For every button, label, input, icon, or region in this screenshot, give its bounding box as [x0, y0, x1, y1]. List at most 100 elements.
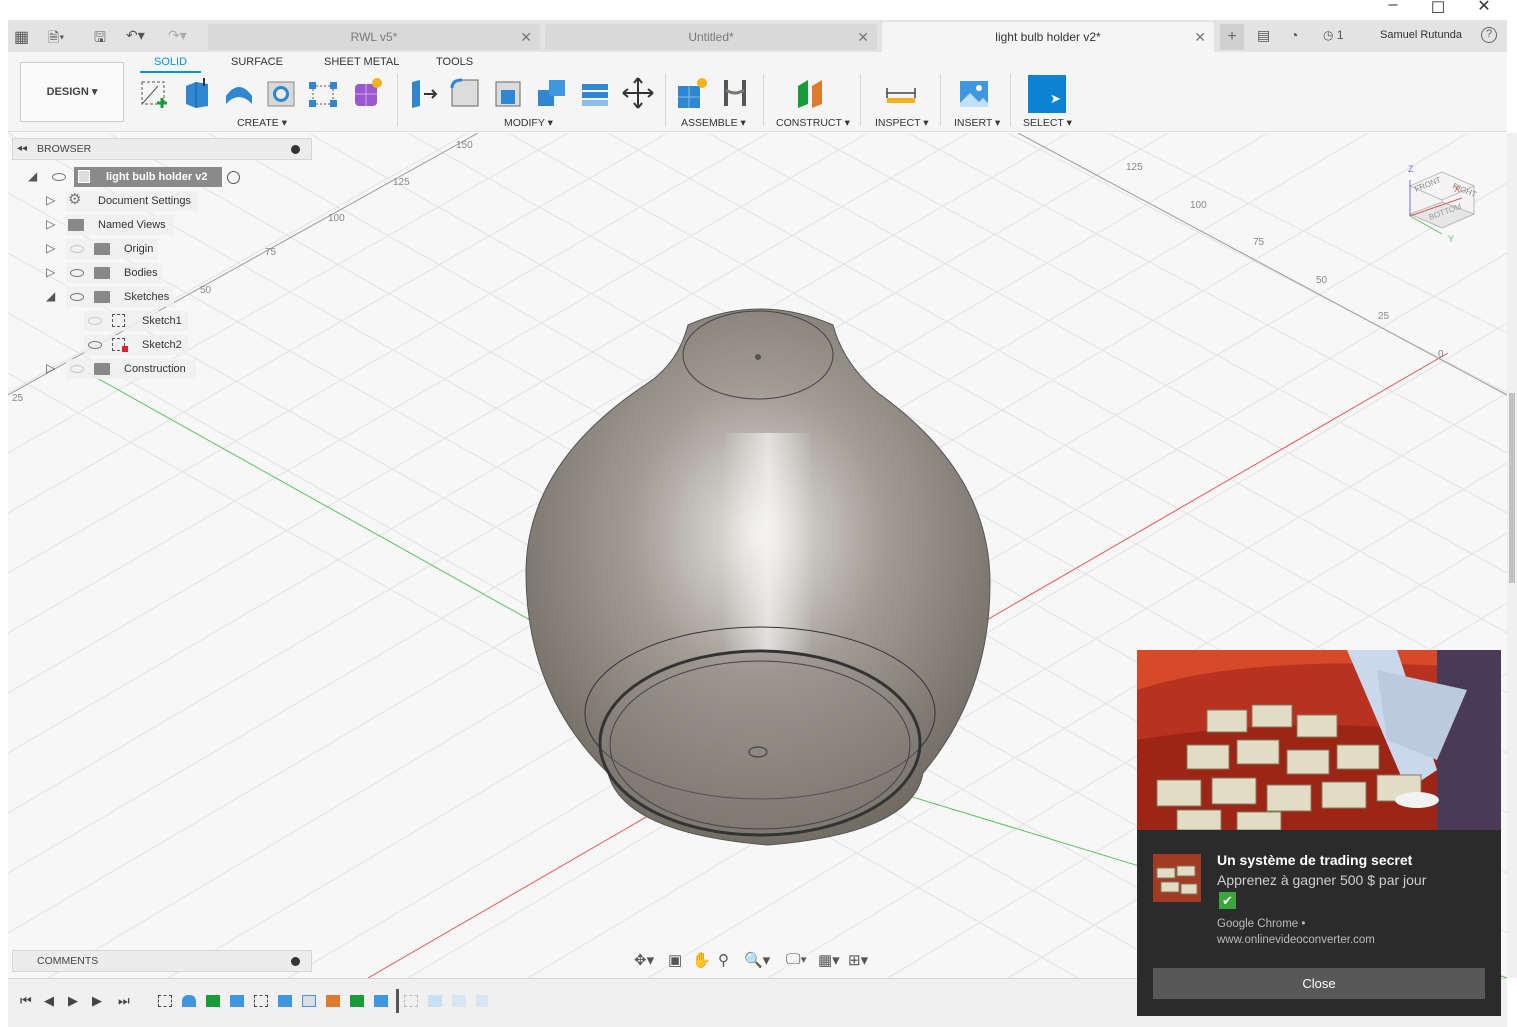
- fit-icon[interactable]: 🔍▾: [744, 951, 770, 969]
- select-menu[interactable]: SELECT ▾: [1023, 117, 1072, 129]
- timeline-split-icon[interactable]: [230, 995, 244, 1007]
- browser-panel-header[interactable]: ◂◂ BROWSER: [12, 138, 312, 160]
- viewports-icon[interactable]: ⊞▾: [848, 951, 868, 969]
- expand-root-icon[interactable]: ◢: [28, 169, 37, 183]
- measure-icon[interactable]: [884, 76, 918, 110]
- revolve-icon[interactable]: [222, 76, 256, 110]
- undo-icon[interactable]: ↶▾: [126, 27, 145, 44]
- collapse-icon[interactable]: ◢: [46, 289, 55, 303]
- insert-menu[interactable]: INSERT ▾: [954, 117, 1000, 129]
- timeline-plane-icon[interactable]: [206, 995, 220, 1007]
- timeline-shell-icon[interactable]: [302, 995, 316, 1007]
- add-comment-icon[interactable]: [291, 957, 300, 966]
- hidden-eye-icon[interactable]: [88, 317, 102, 325]
- create-sketch-icon[interactable]: [138, 76, 172, 110]
- expand-icon[interactable]: ▷: [46, 241, 55, 255]
- browser-item-bodies[interactable]: Bodies: [66, 263, 162, 283]
- timeline-suppressed-icon[interactable]: [404, 995, 418, 1007]
- app-grid-icon[interactable]: ▦: [14, 27, 29, 47]
- workspace-switcher[interactable]: DESIGN ▾: [20, 62, 124, 122]
- close-tab-icon[interactable]: ✕: [857, 24, 869, 50]
- browser-minimize-icon[interactable]: [291, 145, 300, 154]
- notifications-icon[interactable]: ▤: [1257, 27, 1270, 44]
- user-name[interactable]: Samuel Rutunda: [1380, 29, 1462, 41]
- hidden-eye-icon[interactable]: [70, 245, 84, 253]
- hole-icon[interactable]: [264, 76, 298, 110]
- timeline-plane-icon[interactable]: [326, 995, 340, 1007]
- hidden-eye-icon[interactable]: [70, 365, 84, 373]
- redo-icon[interactable]: ↷▾: [168, 27, 187, 44]
- move-copy-icon[interactable]: [621, 76, 655, 110]
- timeline-plane-icon[interactable]: [350, 995, 364, 1007]
- expand-icon[interactable]: ▷: [46, 265, 55, 279]
- visibility-eye-icon[interactable]: [70, 293, 84, 301]
- tab-rwl[interactable]: RWL v5* ✕: [208, 24, 540, 50]
- browser-item-sketch2[interactable]: Sketch2: [84, 335, 188, 355]
- shell-icon[interactable]: [492, 76, 526, 110]
- maximize-icon[interactable]: ☐: [1423, 0, 1453, 18]
- pan-icon[interactable]: ✋: [692, 951, 711, 969]
- scrollbar-thumb[interactable]: [1509, 393, 1515, 583]
- select-tool-button[interactable]: ➤: [1028, 75, 1066, 113]
- job-status[interactable]: ◷ 1: [1323, 28, 1344, 42]
- extrude-icon[interactable]: [180, 76, 214, 110]
- timeline-suppressed-icon[interactable]: [476, 995, 488, 1007]
- step-forward-icon[interactable]: ▶: [92, 993, 102, 1009]
- tab-solid[interactable]: SOLID: [140, 56, 202, 73]
- step-back-icon[interactable]: ◀: [44, 993, 54, 1009]
- play-icon[interactable]: ▶: [68, 993, 78, 1009]
- close-tab-icon[interactable]: ✕: [520, 24, 532, 50]
- timeline-split-icon[interactable]: [374, 995, 388, 1007]
- browser-item-sketch1[interactable]: Sketch1: [84, 311, 188, 331]
- comments-panel-header[interactable]: COMMENTS: [12, 950, 312, 972]
- create-form-icon[interactable]: [350, 76, 384, 110]
- assemble-menu[interactable]: ASSEMBLE ▾: [681, 117, 746, 129]
- browser-item-origin[interactable]: Origin: [66, 239, 158, 259]
- insert-image-icon[interactable]: [957, 76, 991, 110]
- timeline-sketch-icon[interactable]: [254, 995, 268, 1007]
- timeline-extrude-icon[interactable]: [278, 995, 292, 1007]
- grid-settings-icon[interactable]: ▦▾: [818, 951, 840, 969]
- combine-icon[interactable]: [535, 76, 569, 110]
- orbit-icon[interactable]: ✥▾: [634, 951, 654, 969]
- save-icon[interactable]: 🖫: [94, 27, 106, 51]
- tab-sheet-metal[interactable]: SHEET METAL: [324, 56, 399, 68]
- pattern-icon[interactable]: [306, 76, 340, 110]
- go-to-end-icon[interactable]: ⏭: [118, 993, 130, 1009]
- timeline-suppressed-icon[interactable]: [428, 995, 442, 1007]
- tab-surface[interactable]: SURFACE: [231, 56, 283, 68]
- visibility-eye-icon[interactable]: [88, 341, 102, 349]
- browser-item-document-settings[interactable]: ⚙ Document Settings: [66, 191, 198, 211]
- timeline-sketch-icon[interactable]: [158, 995, 172, 1007]
- inspect-menu[interactable]: INSPECT ▾: [875, 117, 929, 129]
- close-tab-icon[interactable]: ✕: [1194, 22, 1206, 52]
- new-tab-button[interactable]: +: [1220, 24, 1244, 50]
- expand-icon[interactable]: ▷: [46, 193, 55, 207]
- joint-icon[interactable]: [718, 76, 752, 110]
- visibility-eye-icon[interactable]: [52, 173, 66, 181]
- zoom-icon[interactable]: ⚲: [718, 951, 729, 969]
- notification-close-button[interactable]: Close: [1153, 968, 1485, 999]
- minimize-icon[interactable]: –: [1378, 0, 1408, 14]
- timeline-features[interactable]: [158, 989, 488, 1013]
- split-body-icon[interactable]: [578, 76, 612, 110]
- offset-plane-icon[interactable]: [794, 76, 828, 110]
- help-icon[interactable]: ?: [1481, 27, 1497, 43]
- timeline-suppressed-icon[interactable]: [452, 995, 466, 1007]
- activate-component-icon[interactable]: [227, 171, 240, 184]
- chrome-notification[interactable]: Un système de trading secret Apprenez à …: [1137, 650, 1501, 1016]
- close-window-icon[interactable]: ✕: [1469, 0, 1499, 16]
- new-component-icon[interactable]: [675, 76, 709, 110]
- extensions-icon[interactable]: ◔: [1290, 27, 1298, 43]
- go-to-start-icon[interactable]: ⏮: [20, 993, 32, 1009]
- expand-icon[interactable]: ▷: [46, 361, 55, 375]
- file-menu-icon[interactable]: 🗎▾: [48, 27, 64, 51]
- browser-item-named-views[interactable]: Named Views: [66, 215, 174, 235]
- light-bulb-holder-body[interactable]: [525, 308, 991, 846]
- browser-item-construction[interactable]: Construction: [66, 359, 196, 379]
- tab-untitled[interactable]: Untitled* ✕: [545, 24, 877, 50]
- look-at-icon[interactable]: ▣: [668, 951, 682, 969]
- modify-menu[interactable]: MODIFY ▾: [504, 117, 553, 129]
- press-pull-icon[interactable]: [406, 76, 440, 110]
- browser-item-sketches[interactable]: Sketches: [66, 287, 174, 307]
